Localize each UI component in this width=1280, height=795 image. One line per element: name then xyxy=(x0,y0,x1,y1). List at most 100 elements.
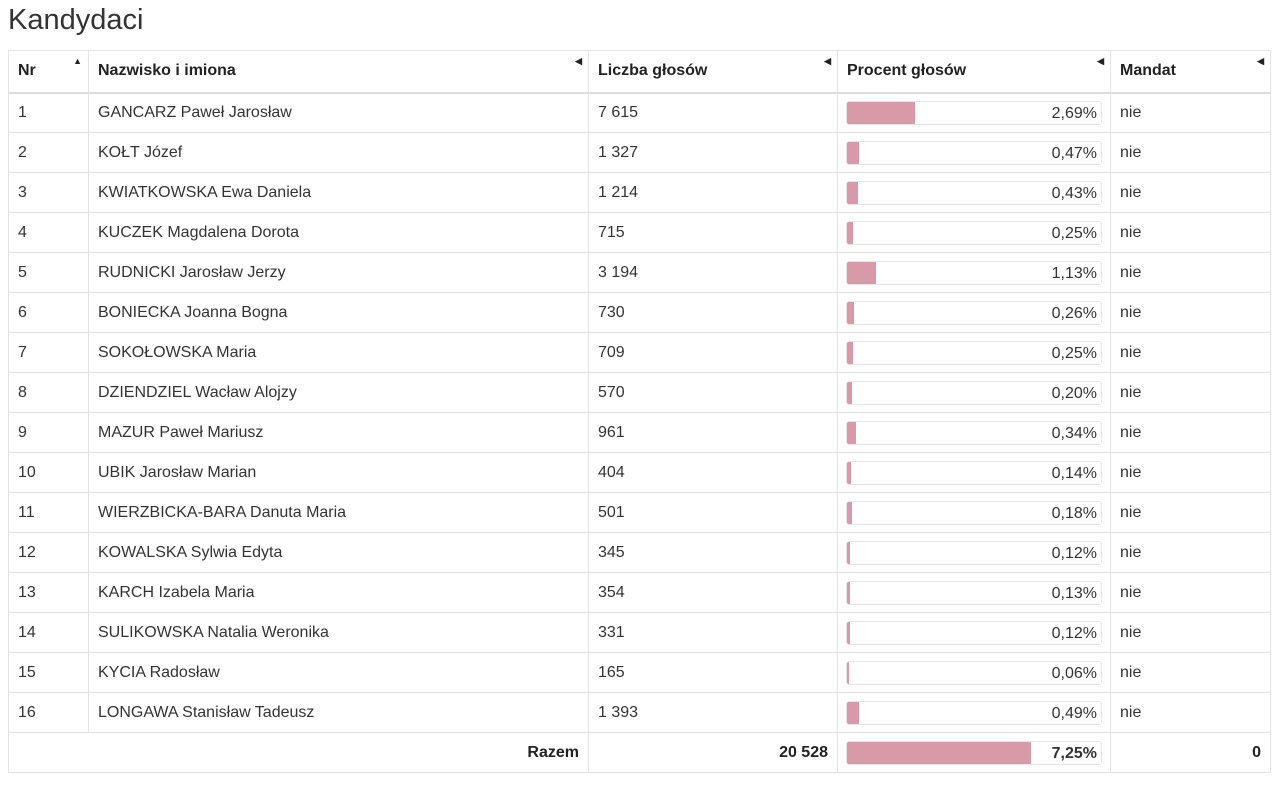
percent-bar-fill xyxy=(847,101,916,124)
column-header-percent[interactable]: Procent głosów ◀ xyxy=(837,50,1111,94)
cell-name: KOŁT Józef xyxy=(88,132,589,173)
cell-name: UBIK Jarosław Marian xyxy=(88,452,589,493)
table-row: 14 SULIKOWSKA Natalia Weronika 331 0,12% nie xyxy=(8,612,1271,653)
cell-nr: 10 xyxy=(8,452,89,493)
percent-bar: 0,49% xyxy=(846,700,1102,725)
cell-mandate: nie xyxy=(1110,692,1271,733)
page-title: Kandydaci xyxy=(8,4,144,36)
sort-icon[interactable]: ◀ xyxy=(1257,56,1264,67)
cell-nr: 9 xyxy=(8,412,89,453)
cell-name: SULIKOWSKA Natalia Weronika xyxy=(88,612,589,653)
percent-value: 0,12% xyxy=(1051,624,1097,642)
cell-mandate: nie xyxy=(1110,532,1271,573)
cell-votes: 404 xyxy=(588,452,838,493)
cell-votes: 570 xyxy=(588,372,838,413)
cell-percent: 2,69% xyxy=(837,92,1111,133)
column-header-name[interactable]: Nazwisko i imiona ◀ xyxy=(88,50,589,94)
cell-mandate: nie xyxy=(1110,92,1271,133)
percent-bar: 0,13% xyxy=(846,580,1102,605)
cell-nr: 5 xyxy=(8,252,89,293)
cell-votes: 715 xyxy=(588,212,838,253)
cell-mandate: nie xyxy=(1110,412,1271,453)
percent-bar-fill xyxy=(847,541,851,564)
percent-value: 0,25% xyxy=(1051,344,1097,362)
cell-name: BONIECKA Joanna Bogna xyxy=(88,292,589,333)
percent-bar-fill xyxy=(847,701,860,724)
cell-nr: 1 xyxy=(8,92,89,133)
percent-bar-fill xyxy=(847,141,859,164)
cell-mandate: nie xyxy=(1110,372,1271,413)
percent-bar: 0,18% xyxy=(846,500,1102,525)
percent-bar-fill xyxy=(847,421,856,444)
cell-mandate: nie xyxy=(1110,252,1271,293)
cell-percent: 0,26% xyxy=(837,292,1111,333)
table-header-row: Nr ▲ Nazwisko i imiona ◀ Liczba głosów ◀… xyxy=(8,50,1271,94)
cell-percent: 0,43% xyxy=(837,172,1111,213)
percent-bar-fill xyxy=(847,181,858,204)
percent-value: 0,12% xyxy=(1051,544,1097,562)
cell-mandate: nie xyxy=(1110,492,1271,533)
cell-nr: 11 xyxy=(8,492,89,533)
percent-bar-fill xyxy=(847,461,851,484)
column-header-label: Procent głosów xyxy=(847,62,967,80)
percent-bar-fill xyxy=(847,581,851,604)
cell-name: LONGAWA Stanisław Tadeusz xyxy=(88,692,589,733)
cell-name: SOKOŁOWSKA Maria xyxy=(88,332,589,373)
cell-name: RUDNICKI Jarosław Jerzy xyxy=(88,252,589,293)
cell-nr: 4 xyxy=(8,212,89,253)
column-header-mandate[interactable]: Mandat ◀ xyxy=(1110,50,1271,94)
percent-value: 0,13% xyxy=(1051,584,1097,602)
cell-votes: 501 xyxy=(588,492,838,533)
sort-icon[interactable]: ◀ xyxy=(575,56,582,67)
column-header-nr[interactable]: Nr ▲ xyxy=(8,50,89,94)
total-votes: 20 528 xyxy=(588,732,838,773)
cell-nr: 3 xyxy=(8,172,89,213)
cell-percent: 0,18% xyxy=(837,492,1111,533)
table-row: 16 LONGAWA Stanisław Tadeusz 1 393 0,49% nie xyxy=(8,692,1271,733)
table-row: 15 KYCIA Radosław 165 0,06% nie xyxy=(8,652,1271,693)
cell-nr: 14 xyxy=(8,612,89,653)
percent-bar-fill xyxy=(847,341,854,364)
cell-name: KUCZEK Magdalena Dorota xyxy=(88,212,589,253)
cell-mandate: nie xyxy=(1110,332,1271,373)
percent-bar-fill xyxy=(847,661,849,684)
percent-bar-fill xyxy=(847,221,854,244)
cell-name: WIERZBICKA-BARA Danuta Maria xyxy=(88,492,589,533)
sort-ascending-icon[interactable]: ▲ xyxy=(73,56,82,66)
cell-percent: 0,25% xyxy=(837,332,1111,373)
percent-bar: 0,20% xyxy=(846,380,1102,405)
percent-bar: 0,12% xyxy=(846,620,1102,645)
cell-votes: 7 615 xyxy=(588,92,838,133)
percent-value: 0,47% xyxy=(1051,144,1097,162)
cell-nr: 15 xyxy=(8,652,89,693)
cell-votes: 1 327 xyxy=(588,132,838,173)
percent-bar: 0,47% xyxy=(846,140,1102,165)
table-row: 5 RUDNICKI Jarosław Jerzy 3 194 1,13% nie xyxy=(8,252,1271,293)
cell-nr: 6 xyxy=(8,292,89,333)
cell-mandate: nie xyxy=(1110,212,1271,253)
cell-percent: 0,06% xyxy=(837,652,1111,693)
sort-icon[interactable]: ◀ xyxy=(824,56,831,67)
sort-icon[interactable]: ◀ xyxy=(1097,56,1104,67)
percent-value: 0,14% xyxy=(1051,464,1097,482)
cell-votes: 961 xyxy=(588,412,838,453)
percent-bar: 0,25% xyxy=(846,220,1102,245)
percent-value: 2,69% xyxy=(1051,104,1097,122)
cell-name: DZIENDZIEL Wacław Alojzy xyxy=(88,372,589,413)
percent-value: 0,34% xyxy=(1051,424,1097,442)
column-header-label: Mandat xyxy=(1120,62,1176,80)
cell-percent: 0,12% xyxy=(837,532,1111,573)
cell-votes: 1 393 xyxy=(588,692,838,733)
total-percent-bar-fill xyxy=(847,741,1032,764)
column-header-label: Nazwisko i imiona xyxy=(98,62,236,80)
table-row: 13 KARCH Izabela Maria 354 0,13% nie xyxy=(8,572,1271,613)
cell-votes: 1 214 xyxy=(588,172,838,213)
percent-bar: 0,14% xyxy=(846,460,1102,485)
total-percent-value: 7,25% xyxy=(1051,744,1097,762)
cell-votes: 3 194 xyxy=(588,252,838,293)
percent-value: 0,49% xyxy=(1051,704,1097,722)
column-header-votes[interactable]: Liczba głosów ◀ xyxy=(588,50,838,94)
table-row: 12 KOWALSKA Sylwia Edyta 345 0,12% nie xyxy=(8,532,1271,573)
percent-value: 0,26% xyxy=(1051,304,1097,322)
table-row: 6 BONIECKA Joanna Bogna 730 0,26% nie xyxy=(8,292,1271,333)
